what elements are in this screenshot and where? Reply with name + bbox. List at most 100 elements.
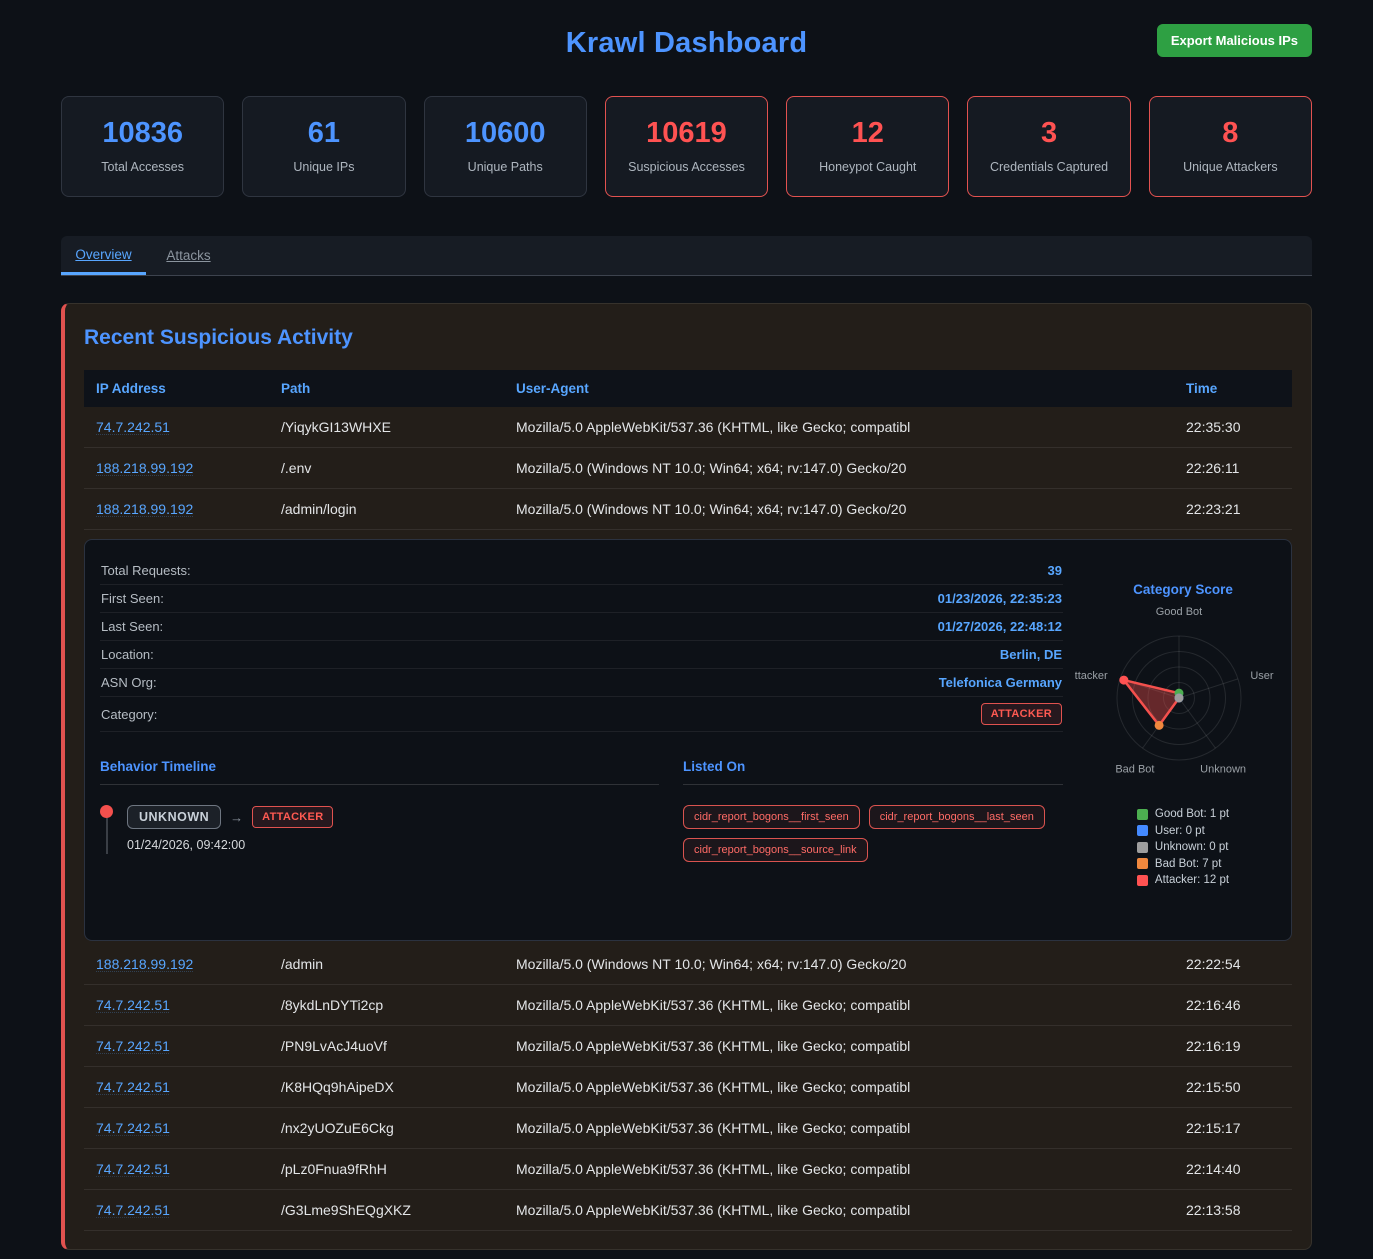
export-malicious-ips-button[interactable]: Export Malicious IPs [1157, 24, 1312, 57]
stat-label: Credentials Captured [968, 160, 1129, 174]
column-time: Time [1174, 381, 1292, 396]
cell-path: /admin/login [269, 501, 504, 517]
cell-ip: 188.218.99.192 [84, 460, 269, 476]
cell-user-agent: Mozilla/5.0 (Windows NT 10.0; Win64; x64… [504, 460, 1174, 476]
ip-address-link[interactable]: 188.218.99.192 [96, 460, 193, 476]
ip-address-link[interactable]: 188.218.99.192 [96, 501, 193, 517]
cell-time: 22:16:46 [1174, 997, 1292, 1013]
category-score-radar-chart: Good BotUserUnknownBad BotAttacker [1075, 601, 1291, 787]
radar-axis-label: User [1250, 670, 1274, 682]
tab-bar: Overview Attacks [61, 236, 1312, 276]
table-row[interactable]: 188.218.99.192/admin/loginMozilla/5.0 (W… [84, 489, 1292, 530]
legend-swatch-icon [1137, 809, 1148, 820]
field-label: First Seen: [101, 591, 164, 606]
cell-ip: 74.7.242.51 [84, 1202, 269, 1218]
category-attacker-badge: ATTACKER [981, 703, 1062, 725]
listed-on-title: Listed On [683, 759, 1063, 785]
column-user-agent: User-Agent [504, 381, 1174, 396]
cell-path: /8ykdLnDYTi2cp [269, 997, 504, 1013]
timeline-transition: UNKNOWN → ATTACKER [127, 805, 333, 829]
table-header: IP Address Path User-Agent Time [84, 370, 1292, 407]
cell-user-agent: Mozilla/5.0 AppleWebKit/537.36 (KHTML, l… [504, 1038, 1174, 1054]
table-row[interactable]: 74.7.242.51/8ykdLnDYTi2cpMozilla/5.0 App… [84, 985, 1292, 1026]
stat-value: 10836 [62, 117, 223, 150]
table-row[interactable]: 74.7.242.51/G3Lme9ShEQgXKZMozilla/5.0 Ap… [84, 1190, 1292, 1231]
recent-suspicious-activity-panel: Recent Suspicious Activity IP Address Pa… [61, 303, 1312, 1250]
blocklist-badge: cidr_report_bogons__last_seen [869, 805, 1045, 829]
category-score-section: Category Score Good BotUserUnknownBad Bo… [1075, 540, 1291, 940]
cell-ip: 188.218.99.192 [84, 501, 269, 517]
ip-detail-fields: Total Requests:39First Seen:01/23/2026, … [100, 557, 1063, 697]
table-row[interactable]: 74.7.242.51/K8HQq9hAipeDXMozilla/5.0 App… [84, 1067, 1292, 1108]
radar-legend: Good Bot: 1 ptUser: 0 ptUnknown: 0 ptBad… [1137, 808, 1229, 891]
table-row[interactable]: 74.7.242.51/pLz0Fnua9fRhHMozilla/5.0 App… [84, 1149, 1292, 1190]
cell-time: 22:15:50 [1174, 1079, 1292, 1095]
ip-detail-field: First Seen:01/23/2026, 22:35:23 [100, 585, 1063, 613]
ip-address-link[interactable]: 74.7.242.51 [96, 1202, 170, 1218]
cell-ip: 74.7.242.51 [84, 1079, 269, 1095]
detail-lower-sections: Behavior Timeline UNKNOWN → ATTACKER [100, 759, 1063, 862]
cell-time: 22:15:17 [1174, 1120, 1292, 1136]
cell-time: 22:35:30 [1174, 419, 1292, 435]
table-row[interactable]: 74.7.242.51/YiqykGI13WHXEMozilla/5.0 App… [84, 407, 1292, 448]
column-path: Path [269, 381, 504, 396]
legend-swatch-icon [1137, 858, 1148, 869]
cell-ip: 74.7.242.51 [84, 1038, 269, 1054]
timeline-item: UNKNOWN → ATTACKER 01/24/2026, 09:42:00 [100, 805, 659, 854]
legend-item: Good Bot: 1 pt [1137, 808, 1229, 820]
cell-path: /YiqykGI13WHXE [269, 419, 504, 435]
arrow-right-icon: → [230, 810, 243, 825]
field-label: Total Requests: [101, 563, 191, 578]
legend-item: Bad Bot: 7 pt [1137, 858, 1229, 870]
stat-card-unique-paths: 10600Unique Paths [424, 96, 587, 197]
legend-swatch-icon [1137, 825, 1148, 836]
cell-time: 22:16:19 [1174, 1038, 1292, 1054]
radar-axis-label: Bad Bot [1115, 764, 1154, 776]
listed-on-badges: cidr_report_bogons__first_seencidr_repor… [683, 805, 1063, 862]
stat-value: 10600 [425, 117, 586, 150]
ip-detail-field: ASN Org:Telefonica Germany [100, 669, 1063, 697]
ip-detail-field-category: Category: ATTACKER [100, 697, 1063, 732]
cell-ip: 74.7.242.51 [84, 419, 269, 435]
ip-detail-field: Last Seen:01/27/2026, 22:48:12 [100, 613, 1063, 641]
timeline-date: 01/24/2026, 09:42:00 [127, 838, 333, 852]
column-ip-address: IP Address [84, 381, 269, 396]
radar-chart-title: Category Score [1075, 582, 1291, 597]
ip-address-link[interactable]: 74.7.242.51 [96, 1120, 170, 1136]
dashboard-page: Krawl Dashboard Export Malicious IPs 108… [0, 0, 1373, 1250]
ip-address-link[interactable]: 74.7.242.51 [96, 1079, 170, 1095]
field-value: Berlin, DE [1000, 647, 1062, 662]
ip-address-link[interactable]: 74.7.242.51 [96, 997, 170, 1013]
stat-card-unique-attackers: 8Unique Attackers [1149, 96, 1312, 197]
header: Krawl Dashboard Export Malicious IPs [61, 0, 1312, 74]
panel-title: Recent Suspicious Activity [84, 326, 1292, 350]
cell-user-agent: Mozilla/5.0 AppleWebKit/537.36 (KHTML, l… [504, 1079, 1174, 1095]
cell-user-agent: Mozilla/5.0 AppleWebKit/537.36 (KHTML, l… [504, 1120, 1174, 1136]
cell-user-agent: Mozilla/5.0 AppleWebKit/537.36 (KHTML, l… [504, 1202, 1174, 1218]
cell-path: /pLz0Fnua9fRhH [269, 1161, 504, 1177]
table-row[interactable]: 74.7.242.51/nx2yUOZuE6CkgMozilla/5.0 App… [84, 1108, 1292, 1149]
table-row[interactable]: 188.218.99.192/.envMozilla/5.0 (Windows … [84, 448, 1292, 489]
behavior-timeline-title: Behavior Timeline [100, 759, 659, 785]
tab-overview[interactable]: Overview [61, 236, 146, 275]
tab-attacks[interactable]: Attacks [146, 236, 231, 275]
ip-address-link[interactable]: 74.7.242.51 [96, 1038, 170, 1054]
stat-value: 3 [968, 117, 1129, 150]
timeline-content: UNKNOWN → ATTACKER 01/24/2026, 09:42:00 [127, 805, 333, 854]
cell-ip: 74.7.242.51 [84, 1120, 269, 1136]
cell-user-agent: Mozilla/5.0 AppleWebKit/537.36 (KHTML, l… [504, 419, 1174, 435]
ip-address-link[interactable]: 74.7.242.51 [96, 1161, 170, 1177]
field-label: ASN Org: [101, 675, 157, 690]
ip-address-link[interactable]: 188.218.99.192 [96, 956, 193, 972]
cell-path: /K8HQq9hAipeDX [269, 1079, 504, 1095]
cell-time: 22:26:11 [1174, 460, 1292, 476]
cell-user-agent: Mozilla/5.0 AppleWebKit/537.36 (KHTML, l… [504, 997, 1174, 1013]
category-attacker-badge: ATTACKER [252, 806, 333, 828]
cell-user-agent: Mozilla/5.0 (Windows NT 10.0; Win64; x64… [504, 501, 1174, 517]
table-row[interactable]: 188.218.99.192/adminMozilla/5.0 (Windows… [84, 944, 1292, 985]
cell-time: 22:13:58 [1174, 1202, 1292, 1218]
stat-cards-row: 10836Total Accesses61Unique IPs10600Uniq… [61, 96, 1312, 197]
table-row[interactable]: 74.7.242.51/PN9LvAcJ4uoVfMozilla/5.0 App… [84, 1026, 1292, 1067]
cell-path: /nx2yUOZuE6Ckg [269, 1120, 504, 1136]
ip-address-link[interactable]: 74.7.242.51 [96, 419, 170, 435]
